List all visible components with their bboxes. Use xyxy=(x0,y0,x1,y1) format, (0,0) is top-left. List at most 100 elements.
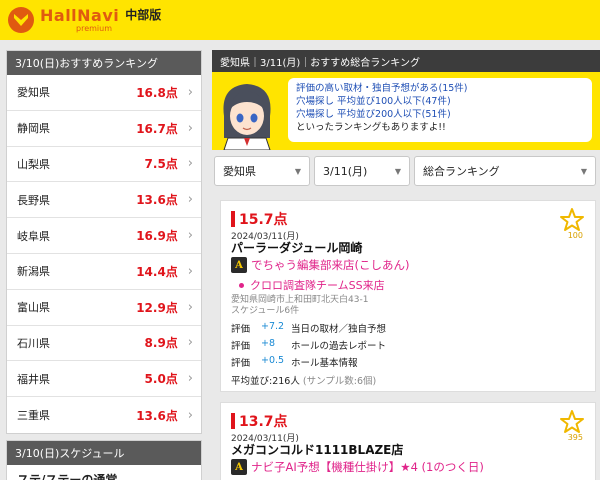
favorite-count: 100 xyxy=(567,231,583,240)
prefecture-score: 14.4点 xyxy=(136,264,178,279)
eval-number: +7.2 xyxy=(261,321,285,332)
prefecture-name: 福井県 xyxy=(17,372,50,386)
prefecture-row[interactable]: 石川県 8.9点 › xyxy=(7,326,201,362)
chevron-right-icon: › xyxy=(187,192,193,208)
chevron-right-icon: › xyxy=(187,263,193,279)
main-ranking-area: 愛知県｜3/11(月)｜おすすめ総合ランキング 評価の高い取材・独自予想がある(… xyxy=(212,50,600,480)
event-main-label: ナビ子AI予想【機種仕掛け】★4 (1のつく日) xyxy=(251,460,484,474)
card-score-value: 13.7点 xyxy=(239,414,288,430)
average-queue: 平均並び:216人 (サンプル数:6個) xyxy=(231,373,376,387)
prefecture-row[interactable]: 三重県 13.6点 › xyxy=(7,397,201,433)
date-select-value: 3/11(月) xyxy=(323,165,368,178)
schedule-first-item[interactable]: ステ/ステーの通常 xyxy=(7,465,201,480)
logo-name: HallNavi xyxy=(40,5,120,25)
prefecture-score: 8.9点 xyxy=(144,336,178,351)
eval-row: 評価 +8 ホールの過去レポート xyxy=(231,338,386,352)
schedule-title: 3/10(日)スケジュール xyxy=(7,441,201,465)
navigator-character-icon xyxy=(223,84,271,150)
prefecture-score: 12.9点 xyxy=(136,300,178,315)
event-sub-label: クロロ調査隊チームSS来店 xyxy=(250,279,385,292)
schedule-count: スケジュール6件 xyxy=(231,306,300,316)
prefecture-select[interactable]: 愛知県 ▼ xyxy=(214,156,310,186)
hall-ranking-card[interactable]: 13.7点 2024/03/11(月) メガコンコルド1111BLAZE店 39… xyxy=(220,402,596,480)
star-icon[interactable] xyxy=(559,409,585,435)
a-badge-icon: A xyxy=(231,257,247,273)
prefecture-name: 新潟県 xyxy=(17,265,50,279)
prefecture-ranking-title: 3/10(日)おすすめランキング xyxy=(7,51,201,75)
chevron-right-icon: › xyxy=(187,84,193,100)
prefecture-row[interactable]: 岐阜県 16.9点 › xyxy=(7,218,201,254)
chevron-right-icon: › xyxy=(187,156,193,172)
event-sub[interactable]: クロロ調査隊チームSS来店 xyxy=(239,277,385,293)
dropdown-triangle-icon: ▼ xyxy=(294,166,301,176)
event-main[interactable]: A ナビ子AI予想【機種仕掛け】★4 (1のつく日) xyxy=(231,459,484,475)
bubble-link-1[interactable]: 評価の高い取材・独自予想がある(15件) xyxy=(296,82,584,95)
eval-text: ホールの過去レポート xyxy=(291,341,387,352)
app-header: HallNavi premium 中部版 xyxy=(0,0,600,40)
prefecture-score: 16.7点 xyxy=(136,121,178,136)
prefecture-name: 静岡県 xyxy=(17,122,50,136)
prefecture-row[interactable]: 山梨県 7.5点 › xyxy=(7,147,201,183)
prefecture-name: 富山県 xyxy=(17,301,50,315)
ranking-type-select[interactable]: 総合ランキング ▼ xyxy=(414,156,596,186)
prefecture-score: 13.6点 xyxy=(136,193,178,208)
dropdown-triangle-icon: ▼ xyxy=(394,166,401,176)
chevron-right-icon: › xyxy=(187,120,193,136)
hall-name[interactable]: メガコンコルド1111BLAZE店 xyxy=(231,441,403,458)
chevron-right-icon: › xyxy=(187,228,193,244)
hallnavi-logo-icon[interactable] xyxy=(6,5,36,35)
prefecture-row[interactable]: 新潟県 14.4点 › xyxy=(7,254,201,290)
card-score: 13.7点 xyxy=(231,411,288,431)
hall-address-block: 愛知県岡崎市上和田町北天白43-1 スケジュール6件 xyxy=(231,295,368,317)
prefecture-score: 16.8点 xyxy=(136,85,178,100)
favorite-count: 395 xyxy=(567,433,583,442)
star-icon[interactable] xyxy=(559,207,585,233)
chevron-right-icon: › xyxy=(187,335,193,351)
eval-label: 評価 xyxy=(231,358,251,369)
hall-ranking-card[interactable]: 15.7点 2024/03/11(月) パーラーダジュール岡崎 100 A でち… xyxy=(220,200,596,392)
date-select[interactable]: 3/11(月) ▼ xyxy=(314,156,410,186)
prefecture-name: 愛知県 xyxy=(17,86,50,100)
eval-label: 評価 xyxy=(231,324,251,335)
event-main[interactable]: A でちゃう編集部来店(こしあん) xyxy=(231,257,409,273)
prefecture-row[interactable]: 富山県 12.9点 › xyxy=(7,290,201,326)
prefecture-name: 岐阜県 xyxy=(17,229,50,243)
eval-number: +8 xyxy=(261,338,276,349)
score-bar xyxy=(231,413,235,429)
bubble-note: といったランキングもありますよ!! xyxy=(296,122,446,133)
schedule-panel: 3/10(日)スケジュール ステ/ステーの通常 xyxy=(6,440,202,480)
hall-name[interactable]: パーラーダジュール岡崎 xyxy=(231,239,362,256)
prefecture-name: 山梨県 xyxy=(17,157,50,171)
bubble-link-2[interactable]: 穴場探し 平均並び100人以下(47件) xyxy=(296,95,584,108)
card-score-value: 15.7点 xyxy=(239,212,288,228)
chevron-right-icon: › xyxy=(187,371,193,387)
ranking-type-select-value: 総合ランキング xyxy=(423,165,500,178)
eval-row: 評価 +0.5 ホール基本情報 xyxy=(231,355,358,369)
logo-sub: premium xyxy=(76,23,112,33)
bullet-dot-icon xyxy=(239,282,244,288)
sample-count: (サンプル数:6個) xyxy=(302,376,377,387)
chevron-right-icon: › xyxy=(187,299,193,315)
prefecture-row[interactable]: 福井県 5.0点 › xyxy=(7,361,201,398)
dropdown-triangle-icon: ▼ xyxy=(580,166,587,176)
prefecture-name: 石川県 xyxy=(17,336,50,350)
prefecture-score: 7.5点 xyxy=(144,157,178,172)
bubble-link-3[interactable]: 穴場探し 平均並び200人以下(51件) xyxy=(296,108,584,121)
prefecture-row[interactable]: 愛知県 16.8点 › xyxy=(7,75,201,111)
eval-text: ホール基本情報 xyxy=(291,358,358,369)
ranking-breadcrumb: 愛知県｜3/11(月)｜おすすめ総合ランキング xyxy=(212,50,600,72)
logo-text[interactable]: HallNavi premium xyxy=(40,5,120,33)
hall-address: 愛知県岡崎市上和田町北天白43-1 xyxy=(231,295,369,305)
average-queue-value: 平均並び:216人 xyxy=(231,376,300,387)
event-main-label: でちゃう編集部来店(こしあん) xyxy=(251,258,410,272)
prefecture-row[interactable]: 長野県 13.6点 › xyxy=(7,182,201,219)
prefecture-row[interactable]: 静岡県 16.7点 › xyxy=(7,111,201,147)
prefecture-score: 5.0点 xyxy=(144,372,178,387)
region-label: 中部版 xyxy=(125,7,162,22)
prefecture-list: 愛知県 16.8点 › 静岡県 16.7点 › 山梨県 7.5点 › 長野県 13.6点 › 岐阜県 16… xyxy=(7,75,201,433)
score-bar xyxy=(231,211,235,227)
eval-row: 評価 +7.2 当日の取材／独自予想 xyxy=(231,321,386,335)
prefecture-score: 16.9点 xyxy=(136,229,178,244)
eval-text: 当日の取材／独自予想 xyxy=(291,324,387,335)
prefecture-score: 13.6点 xyxy=(136,408,178,423)
